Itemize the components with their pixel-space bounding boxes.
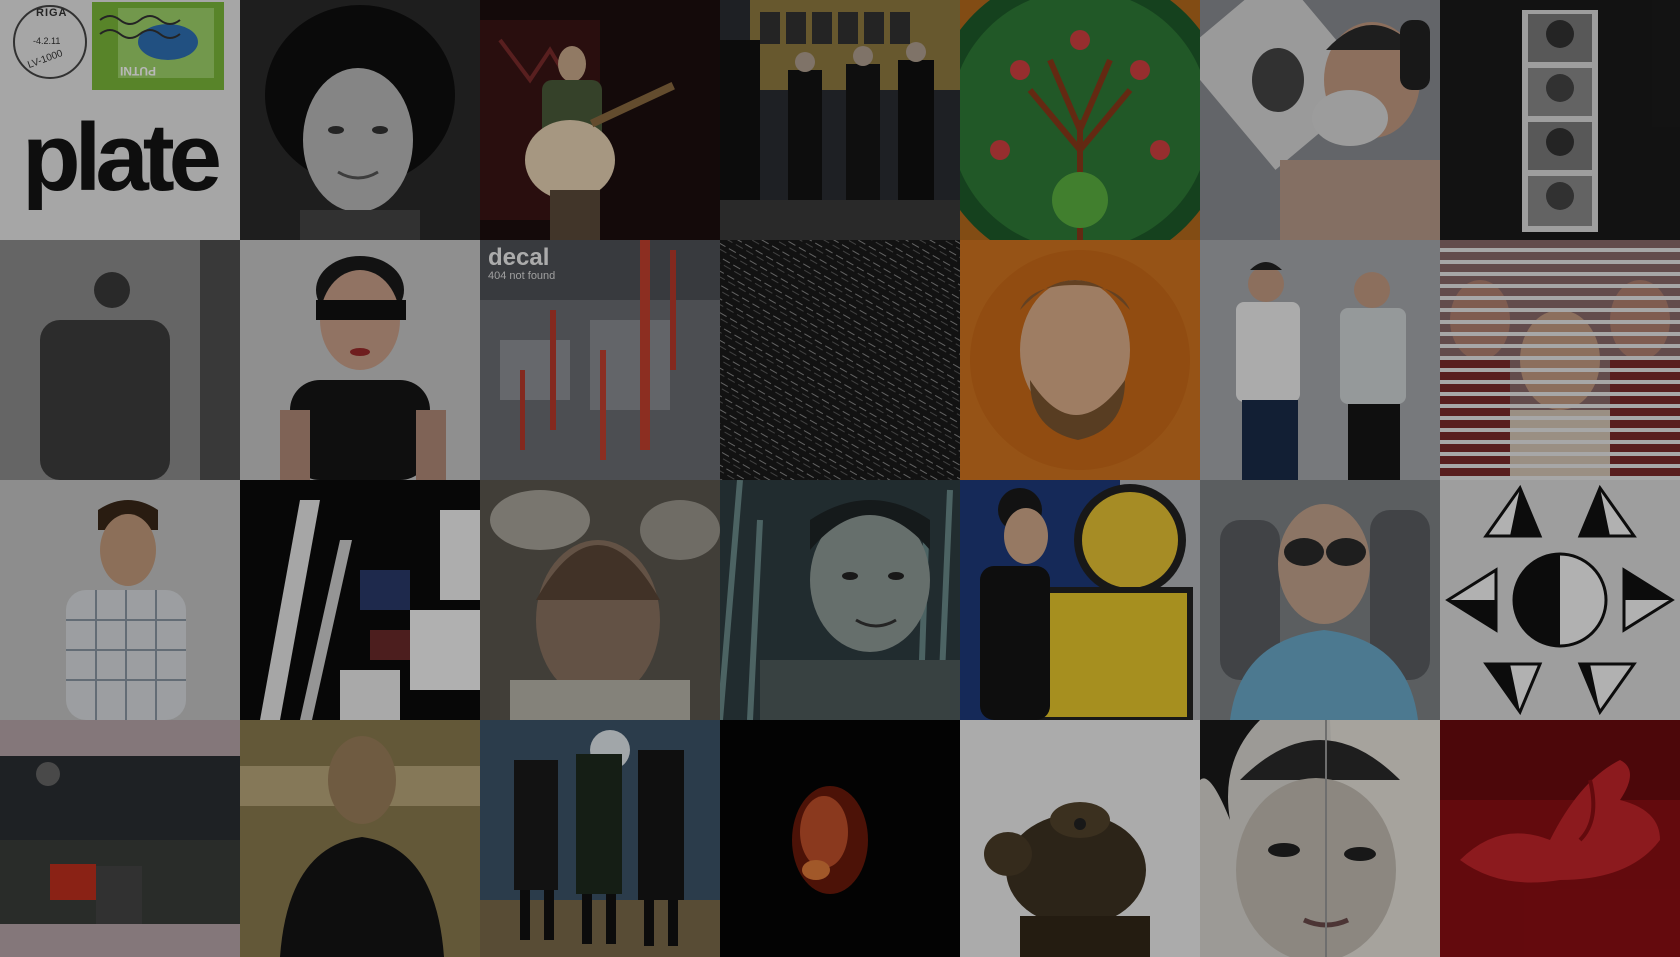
tile-woman-yellow-figure[interactable] — [960, 480, 1200, 720]
blindfolded-woman-art — [240, 240, 480, 480]
woman-yellow-figure-art — [960, 480, 1200, 720]
two-men-standing-art — [1200, 240, 1440, 480]
stamp-town-text: RIGA — [36, 7, 68, 19]
bearded-head-orange-art — [960, 240, 1200, 480]
tile-bald-man-sepia[interactable] — [240, 720, 480, 957]
album-cover-grid: RIGA -4.2.11 LV-1000 PUTNI plate decal 4… — [0, 0, 1680, 957]
man-with-mask-art — [1200, 0, 1440, 240]
men-by-bus-art — [720, 0, 960, 240]
tile-selfie-blur[interactable] — [480, 480, 720, 720]
tile-static-noise[interactable] — [720, 240, 960, 480]
three-men-hill-art — [480, 720, 720, 957]
glitch-pattern-art — [240, 480, 480, 720]
tile-man-in-cornfield[interactable] — [720, 480, 960, 720]
tile-decal-cover[interactable]: decal 404 not found — [480, 240, 720, 480]
tile-red-hand[interactable] — [1440, 720, 1680, 957]
tile-geometric-triangles[interactable] — [1440, 480, 1680, 720]
animal-on-white-art — [960, 720, 1200, 957]
tile-bearded-head-orange[interactable] — [960, 240, 1200, 480]
dark-room-art — [0, 720, 240, 957]
tile-animal-on-white[interactable] — [960, 720, 1200, 957]
tile-ornamental-tree[interactable] — [960, 0, 1200, 240]
tile-split-face-portrait[interactable] — [1200, 720, 1440, 957]
tile-stamp-plate[interactable]: RIGA -4.2.11 LV-1000 PUTNI plate — [0, 0, 240, 240]
man-sunglasses-car-art — [1200, 480, 1440, 720]
static-noise-art — [720, 240, 960, 480]
tile-man-sunglasses-car[interactable] — [1200, 480, 1440, 720]
tile-red-face-dark[interactable] — [720, 720, 960, 957]
tile-man-plaid-shirt[interactable] — [0, 480, 240, 720]
selfie-blur-art — [480, 480, 720, 720]
red-hand-art — [1440, 720, 1680, 957]
tile-man-with-mask[interactable] — [1200, 0, 1440, 240]
photobooth-strip-art — [1440, 0, 1680, 240]
decal-subtitle-text: 404 not found — [488, 270, 556, 282]
ornamental-tree-art — [960, 0, 1200, 240]
decal-title-text: decal — [488, 244, 550, 271]
tile-striped-group-photo[interactable] — [1440, 240, 1680, 480]
stamp-date-text: -4.2.11 — [33, 36, 61, 46]
shadow-figure-art — [0, 240, 240, 480]
tile-guitarist-on-stage[interactable] — [480, 0, 720, 240]
stamp-label-text: PUTNI — [120, 64, 156, 78]
tile-photobooth-strip[interactable] — [1440, 0, 1680, 240]
tile-dark-room[interactable] — [0, 720, 240, 957]
tile-men-by-bus[interactable] — [720, 0, 960, 240]
tile-two-men-standing[interactable] — [1200, 240, 1440, 480]
split-face-portrait-art — [1200, 720, 1440, 957]
plate-logo-text: plate — [22, 104, 222, 211]
bald-man-sepia-art — [240, 720, 480, 957]
tile-shadow-figure[interactable] — [0, 240, 240, 480]
geometric-triangles-art — [1440, 480, 1680, 720]
tile-curly-hair-portrait[interactable] — [240, 0, 480, 240]
curly-hair-portrait-art — [240, 0, 480, 240]
striped-group-photo-art — [1440, 240, 1680, 480]
red-face-dark-art — [720, 720, 960, 957]
guitarist-on-stage-art — [480, 0, 720, 240]
man-in-cornfield-art — [720, 480, 960, 720]
tile-glitch-pattern[interactable] — [240, 480, 480, 720]
tile-blindfolded-woman[interactable] — [240, 240, 480, 480]
tile-three-men-hill[interactable] — [480, 720, 720, 957]
man-plaid-shirt-art — [0, 480, 240, 720]
